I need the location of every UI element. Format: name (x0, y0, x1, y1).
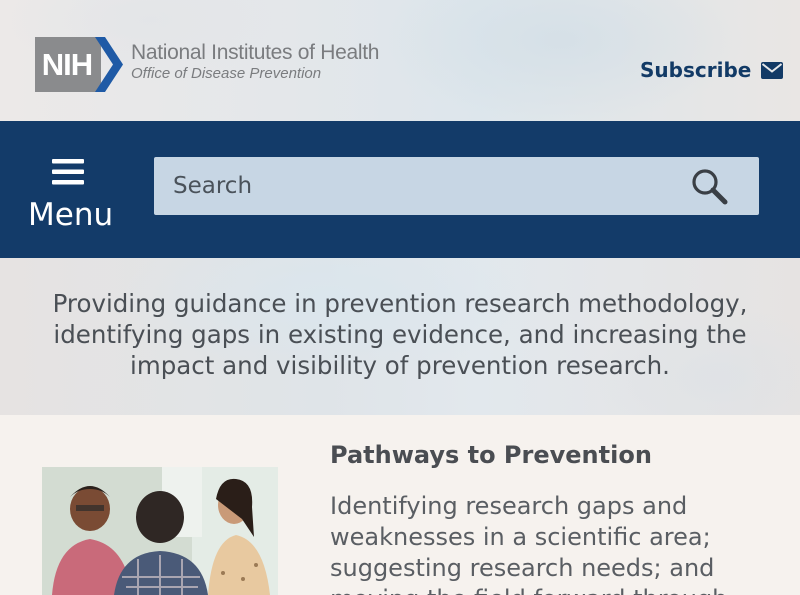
nih-chevron-icon (95, 37, 123, 92)
search-input[interactable] (154, 157, 674, 215)
feature-description: Identifying research gaps and weaknesses… (330, 492, 727, 595)
nih-logo-box: NIH (35, 37, 101, 92)
hamburger-icon (52, 159, 84, 185)
nih-odp-logo[interactable]: NIH National Institutes of Health Office… (35, 37, 379, 93)
menu-label: Menu (28, 197, 114, 233)
envelope-icon (761, 61, 784, 79)
pathways-feature-image[interactable] (42, 467, 278, 595)
subscribe-link[interactable]: Subscribe (640, 56, 784, 84)
org-name: National Institutes of Health (131, 41, 380, 64)
tagline-banner: Providing guidance in prevention researc… (0, 258, 800, 415)
main-navbar: Menu (0, 121, 800, 258)
logo-text: National Institutes of Health Office of … (131, 41, 379, 83)
office-name: Office of Disease Prevention (131, 65, 322, 82)
pathways-feature: Pathways to Prevention Identifying resea… (0, 415, 800, 595)
subscribe-label: Subscribe (640, 58, 752, 82)
search-icon (692, 169, 728, 205)
tagline-text: Providing guidance in prevention researc… (52, 289, 748, 380)
feature-title[interactable]: Pathways to Prevention (330, 441, 652, 469)
people-discussion-photo (42, 467, 278, 595)
site-header: NIH National Institutes of Health Office… (0, 0, 800, 121)
search-button[interactable] (689, 166, 729, 206)
nih-logo-mark: NIH (35, 37, 125, 92)
menu-button[interactable]: Menu (22, 155, 122, 235)
search-box (154, 157, 759, 215)
